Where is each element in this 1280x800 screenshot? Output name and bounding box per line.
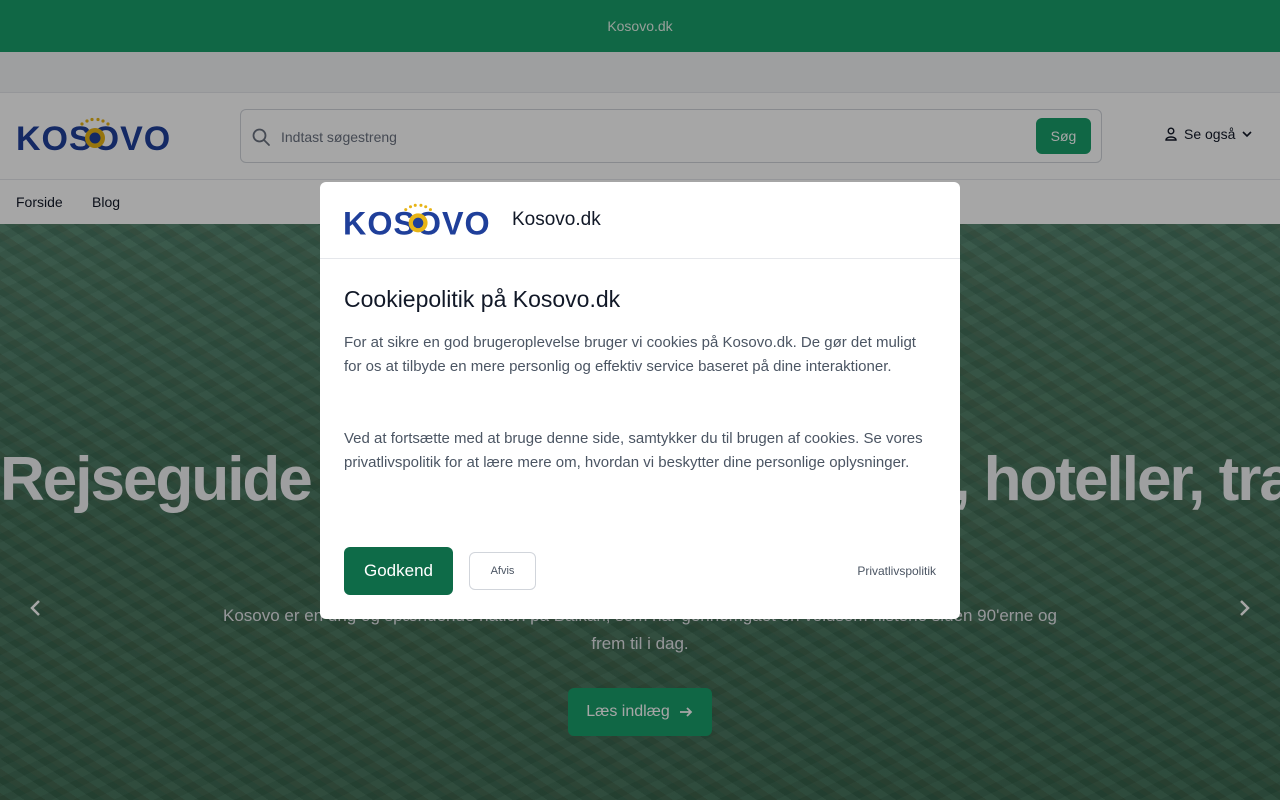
cookie-dialog-header: KOSOVO Kosovo.dk [320, 182, 960, 259]
kosovo-logo: KOSOVO [343, 203, 490, 240]
privacy-policy-link[interactable]: Privatlivspolitik [857, 564, 936, 578]
accept-cookies-button[interactable]: Godkend [344, 547, 453, 595]
cookie-consent-dialog: KOSOVO Kosovo.dk Cookiepolitik på Kosovo… [320, 182, 960, 619]
cookie-dialog-title: Cookiepolitik på Kosovo.dk [344, 286, 621, 312]
reject-cookies-button[interactable]: Afvis [469, 552, 536, 590]
cookie-dialog-paragraph-1: For at sikre en god brugeroplevelse brug… [344, 334, 916, 375]
cookie-dialog-paragraph-2: Ved at fortsætte med at bruge denne side… [344, 430, 923, 471]
cookie-dialog-site-name: Kosovo.dk [512, 209, 601, 230]
